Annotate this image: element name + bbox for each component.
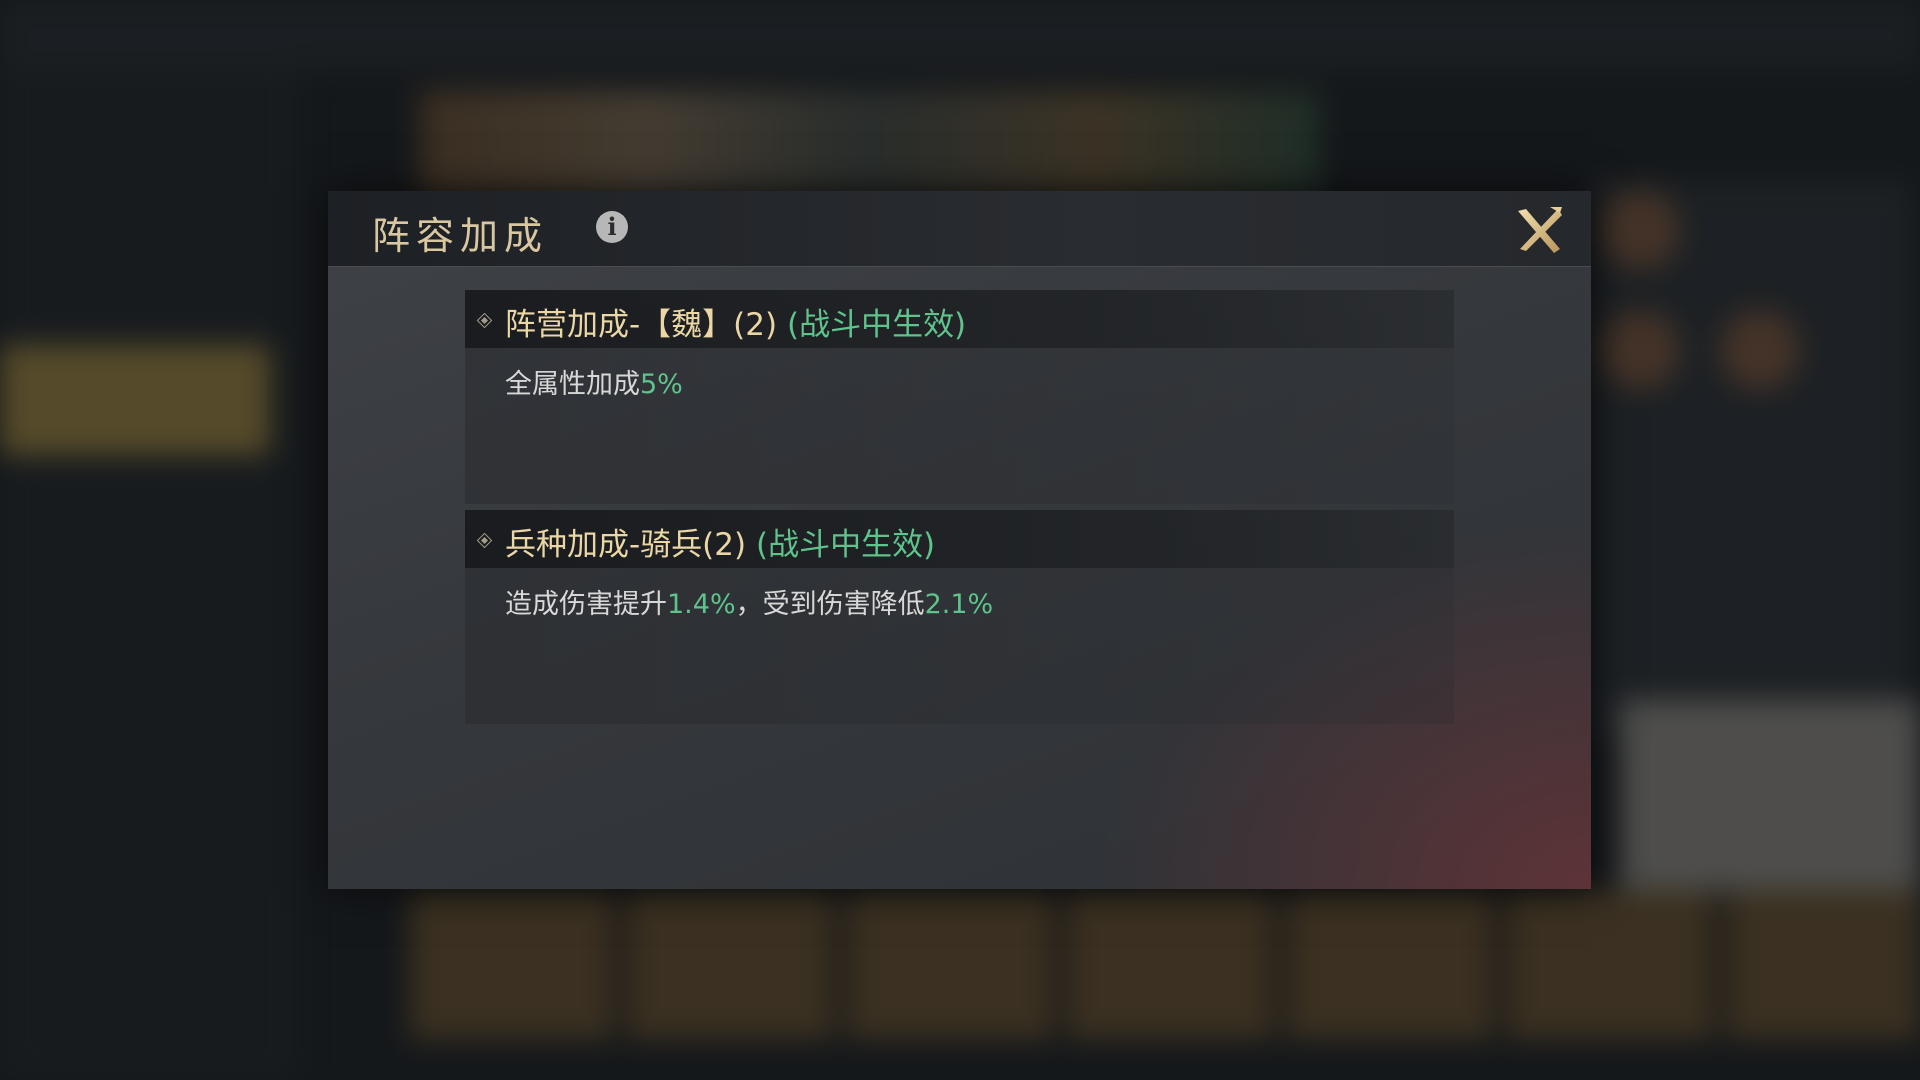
section-heading: 阵营加成-【魏】(2) (战斗中生效)	[505, 299, 966, 344]
background-portrait	[1720, 310, 1800, 390]
diamond-icon	[476, 312, 493, 329]
dialog-title: 阵容加成	[372, 214, 549, 258]
desc-value: 5%	[640, 369, 683, 400]
background-sidebar	[0, 70, 300, 1080]
section-name: 阵营加成-【魏】(2)	[505, 307, 778, 343]
bonus-description: 造成伤害提升1.4%，受到伤害降低2.1%	[505, 582, 993, 621]
desc-value: 1.4%	[667, 589, 736, 620]
bonus-description: 全属性加成5%	[505, 362, 683, 401]
desc-text: 造成伤害提升	[505, 589, 667, 620]
section-body: 全属性加成5%	[465, 348, 1454, 504]
desc-text: 全属性加成	[505, 369, 640, 400]
close-icon	[1518, 207, 1562, 253]
section-heading: 兵种加成-骑兵(2) (战斗中生效)	[505, 519, 935, 564]
section-header: 阵营加成-【魏】(2) (战斗中生效)	[465, 290, 1454, 348]
section-header: 兵种加成-骑兵(2) (战斗中生效)	[465, 510, 1454, 568]
background-portrait	[1600, 310, 1680, 390]
desc-text: ，受到伤害降低	[735, 589, 925, 620]
info-icon[interactable]: i	[596, 211, 628, 243]
background-top-bar	[0, 0, 1920, 70]
close-button[interactable]	[1512, 203, 1566, 257]
desc-value: 2.1%	[924, 589, 994, 620]
lineup-bonus-dialog: 阵容加成 i 阵营加成-【魏】(2) (战斗中生效) 全属性加成5% 兵种加成-…	[328, 191, 1591, 889]
background-banner	[420, 90, 1320, 200]
faction-bonus-section: 阵营加成-【魏】(2) (战斗中生效) 全属性加成5%	[465, 290, 1454, 504]
troop-type-bonus-section: 兵种加成-骑兵(2) (战斗中生效) 造成伤害提升1.4%，受到伤害降低2.1%	[465, 510, 1454, 724]
effect-note: (战斗中生效)	[755, 527, 936, 563]
background-portrait	[1600, 190, 1680, 270]
background-selected-tab	[0, 345, 270, 455]
dialog-header: 阵容加成 i	[328, 191, 1591, 267]
diamond-icon	[476, 532, 493, 549]
section-name: 兵种加成-骑兵(2)	[505, 527, 747, 563]
background-hero-cards	[410, 890, 1920, 1040]
section-body: 造成伤害提升1.4%，受到伤害降低2.1%	[465, 568, 1454, 724]
effect-note: (战斗中生效)	[786, 307, 967, 343]
